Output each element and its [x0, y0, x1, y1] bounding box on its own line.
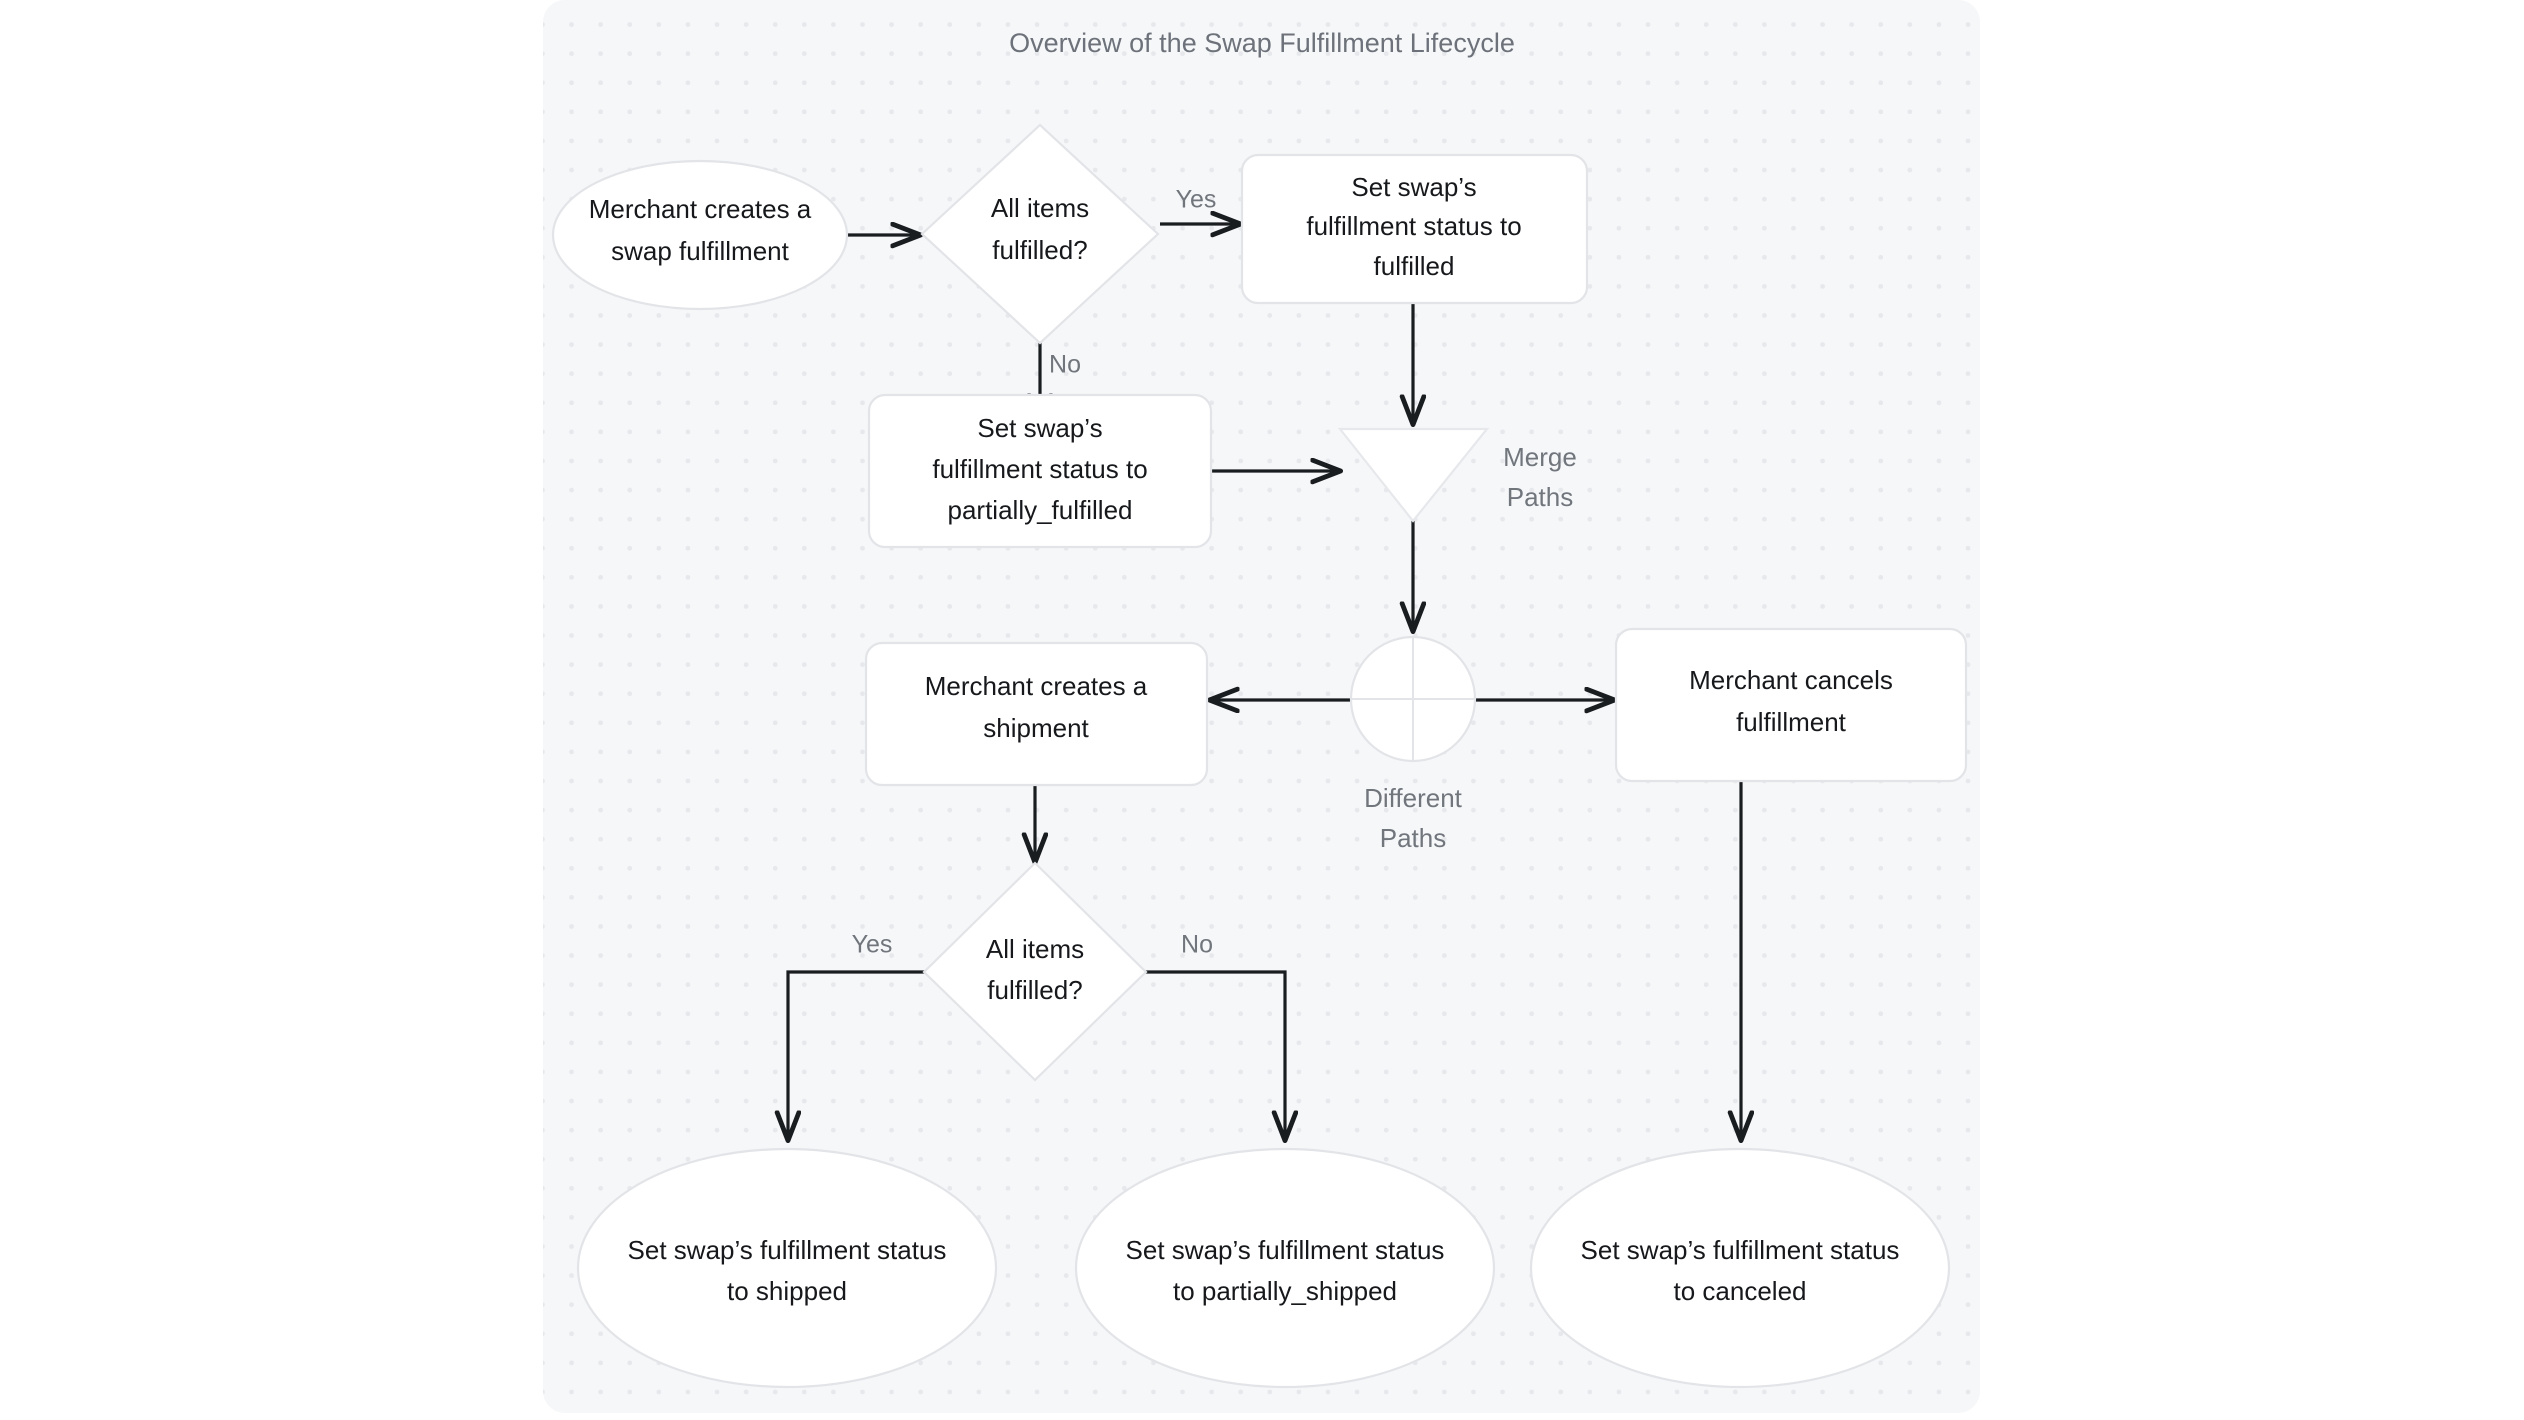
node-merchant-creates-shipment[interactable]: Merchant creates a shipment: [864, 641, 1209, 787]
node-set-canceled-line-2: to canceled: [1674, 1276, 1807, 1306]
node-fork-label-line-1: Different: [1364, 783, 1463, 813]
node-decision1-line-2: fulfilled?: [992, 235, 1087, 265]
node-all-items-fulfilled-1[interactable]: All items fulfilled?: [920, 123, 1160, 345]
node-cancel-fulfillment-line-2: fulfillment: [1736, 707, 1847, 737]
node-set-fulfillment-status-shipped[interactable]: Set swap’s fulfillment status to shipped: [576, 1147, 998, 1389]
node-start-line-1: Merchant creates a: [589, 194, 812, 224]
node-set-partially-shipped-line-2: to partially_shipped: [1173, 1276, 1397, 1306]
node-merchant-creates-swap-fulfillment[interactable]: Merchant creates a swap fulfillment: [551, 159, 849, 311]
node-set-fulfilled-line-3: fulfilled: [1374, 251, 1455, 281]
diagram-title: Overview of the Swap Fulfillment Lifecyc…: [1009, 28, 1515, 58]
node-set-partially-fulfilled-line-1: Set swap’s: [977, 413, 1102, 443]
node-create-shipment-line-2: shipment: [983, 713, 1089, 743]
node-set-shipped-line-1: Set swap’s fulfillment status: [628, 1235, 947, 1265]
node-set-shipped-line-2: to shipped: [727, 1276, 847, 1306]
node-set-partially-fulfilled-line-3: partially_fulfilled: [948, 495, 1133, 525]
node-merge-label-line-1: Merge: [1503, 442, 1577, 472]
node-decision2-line-2: fulfilled?: [987, 975, 1082, 1005]
node-set-fulfillment-status-partially-shipped[interactable]: Set swap’s fulfillment status to partial…: [1074, 1147, 1496, 1389]
edge-label-no-top: No: [1049, 351, 1081, 379]
node-start-line-2: swap fulfillment: [611, 236, 790, 266]
node-merge-paths[interactable]: Merge Paths: [1337, 427, 1577, 523]
edge-decision2-to-shipped: [788, 970, 925, 1140]
node-different-paths[interactable]: Different Paths: [1349, 635, 1477, 853]
node-set-partially-fulfilled-line-2: fulfillment status to: [932, 454, 1147, 484]
edge-label-no-bottom: No: [1181, 931, 1213, 959]
node-create-shipment-line-1: Merchant creates a: [925, 671, 1148, 701]
flowchart-svg[interactable]: Overview of the Swap Fulfillment Lifecyc…: [0, 0, 2524, 1420]
node-set-fulfillment-status-canceled[interactable]: Set swap’s fulfillment status to cancele…: [1529, 1147, 1951, 1389]
node-set-fulfillment-status-partially-fulfilled[interactable]: Set swap’s fulfillment status to partial…: [867, 393, 1213, 549]
edge-label-yes-top: Yes: [1176, 186, 1217, 214]
node-set-fulfillment-status-fulfilled[interactable]: Set swap’s fulfillment status to fulfill…: [1240, 153, 1589, 305]
node-decision2-line-1: All items: [986, 934, 1084, 964]
node-merchant-cancels-fulfillment[interactable]: Merchant cancels fulfillment: [1614, 627, 1968, 783]
node-set-canceled-line-1: Set swap’s fulfillment status: [1581, 1235, 1900, 1265]
edge-decision2-to-partially-shipped: [1145, 970, 1285, 1140]
node-set-fulfilled-line-2: fulfillment status to: [1306, 211, 1521, 241]
screenshot-root: Overview of the Swap Fulfillment Lifecyc…: [0, 0, 2524, 1420]
node-all-items-fulfilled-2[interactable]: All items fulfilled?: [922, 861, 1148, 1082]
node-fork-label-line-2: Paths: [1380, 823, 1447, 853]
node-merge-label-line-2: Paths: [1507, 482, 1574, 512]
node-set-partially-shipped-line-1: Set swap’s fulfillment status: [1126, 1235, 1445, 1265]
node-set-fulfilled-line-1: Set swap’s: [1351, 172, 1476, 202]
node-decision1-line-1: All items: [991, 193, 1089, 223]
edge-label-yes-bottom: Yes: [852, 931, 893, 959]
node-cancel-fulfillment-line-1: Merchant cancels: [1689, 665, 1893, 695]
